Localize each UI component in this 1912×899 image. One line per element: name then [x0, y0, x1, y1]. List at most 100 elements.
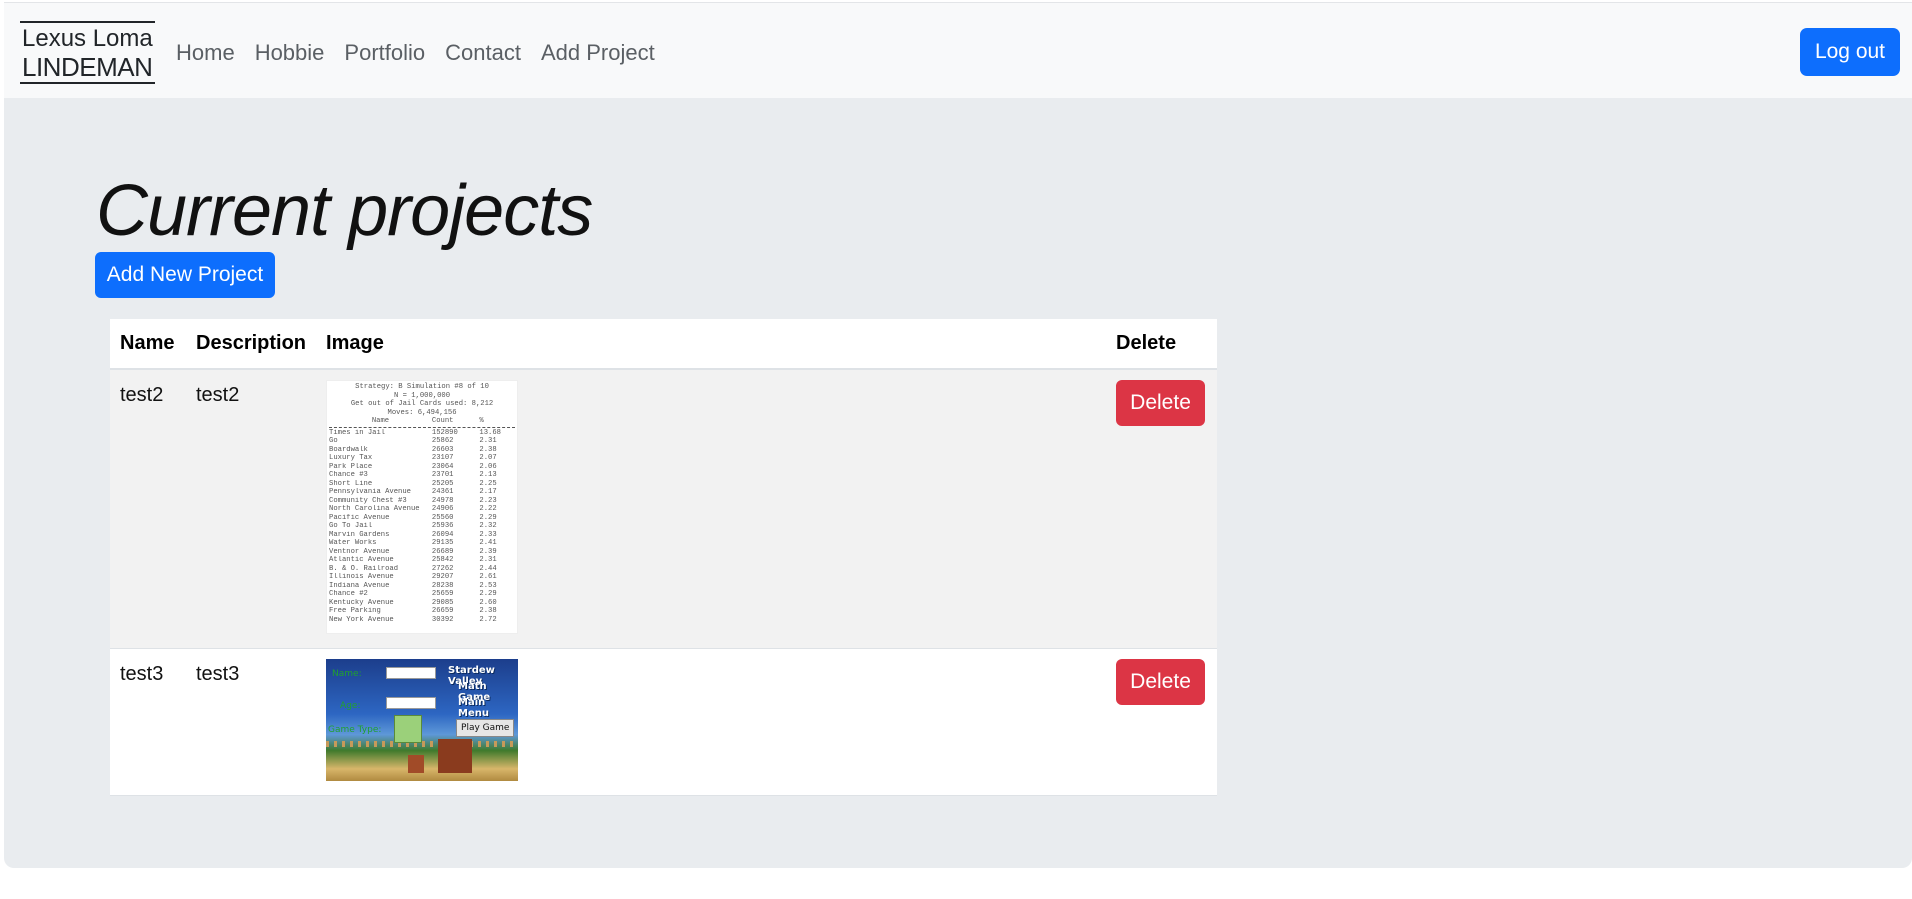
brand-line2: LINDEMAN	[22, 52, 153, 82]
thumb1-cell-count: 30392	[431, 615, 454, 624]
thumb1-cell-count: 26689	[431, 547, 454, 556]
cell-delete: Delete	[1106, 648, 1217, 796]
thumb1-cell-count: 26603	[431, 445, 454, 454]
thumb1-header-3: Moves: 6,494,156	[387, 408, 457, 417]
thumb1-cell-name: Pacific Avenue	[329, 513, 390, 522]
table-header-row: Name Description Image Delete	[110, 319, 1217, 370]
thumb1-cell-name: Boardwalk	[329, 445, 368, 454]
thumb1-cell-name: Times in Jail	[329, 428, 386, 437]
thumb1-header-2: Get out of Jail Cards used: 8,212	[350, 400, 494, 408]
thumb2-fence	[326, 741, 519, 747]
thumb2-age-label: Age:	[340, 701, 361, 711]
thumb2-name-input	[386, 667, 437, 679]
thumb1-cell-pct: 2.41	[479, 539, 497, 547]
thumb1-row: Pennsylvania Avenue 24361 2.17	[329, 488, 515, 497]
thumb1-cell-pct: 2.07	[479, 454, 497, 462]
thumb1-cell-count: 24906	[431, 505, 454, 513]
thumb2-play-button: Play Game	[456, 719, 515, 737]
cell-name: test2	[110, 369, 186, 649]
thumb1-cell-count: 25560	[431, 513, 454, 522]
nav-home[interactable]: Home	[176, 40, 235, 66]
thumb1-row: Pacific Avenue 25560 2.29	[329, 514, 515, 523]
thumb1-cell-pct: 2.29	[479, 590, 497, 598]
header-delete: Delete	[1106, 319, 1217, 370]
project-image-simulation-table: Strategy: B Simulation #8 of 10 N = 1,00…	[326, 380, 519, 634]
project-image-stardew-menu: Name: Stardew Valley Math Game Age: Main…	[326, 659, 519, 781]
thumb1-col-count: Count	[431, 417, 454, 425]
brand-logo[interactable]: Lexus Loma LINDEMAN	[20, 21, 155, 84]
thumb1-cell-count: 23064	[431, 462, 454, 471]
thumb1-cell-name: Chance #2	[329, 590, 368, 598]
nav-hobbie[interactable]: Hobbie	[255, 40, 325, 66]
thumb1-cell-count: 25936	[431, 522, 454, 530]
thumb1-cell-count: 27262	[431, 564, 454, 573]
thumb1-row: Luxury Tax 23107 2.07	[329, 454, 515, 463]
thumb2-game-type-label: Game Type:	[328, 725, 382, 735]
thumb1-row: Ventnor Avenue 26689 2.39	[329, 548, 515, 557]
thumb1-cell-count: 152890	[431, 428, 458, 437]
nav-contact[interactable]: Contact	[445, 40, 521, 66]
thumb1-cell-count: 24978	[431, 496, 454, 505]
thumb1-row: Atlantic Avenue 25842 2.31	[329, 556, 515, 565]
thumb1-rows: Times in Jail 152890 13.68 Go 25862 2.31 Board…	[329, 429, 515, 625]
delete-button[interactable]: Delete	[1116, 380, 1206, 426]
thumb1-cell-count: 28238	[431, 581, 454, 590]
thumb1-cell-name: Community Chest #3	[329, 496, 407, 505]
thumb1-header-0: Strategy: B Simulation #8 of 10	[355, 383, 489, 391]
thumb2-title-3: Main Menu	[458, 697, 490, 719]
thumb1-cell-name: B. & O. Railroad	[329, 564, 399, 573]
thumb1-cell-count: 25862	[431, 437, 454, 445]
cell-name: test3	[110, 648, 186, 796]
thumb1-cell-name: Free Parking	[329, 607, 381, 615]
thumb1-col-header-row: Name Count %	[329, 417, 515, 426]
thumb1-cell-count: 23107	[431, 454, 454, 462]
thumb1-cell-name: Atlantic Avenue	[329, 556, 394, 564]
thumb1-cell-pct: 2.39	[479, 547, 497, 556]
thumb1-cell-name: Go To Jail	[329, 522, 373, 530]
thumb1-row: Kentucky Avenue 29085 2.60	[329, 599, 515, 608]
thumb1-cell-count: 29135	[431, 539, 454, 547]
delete-button[interactable]: Delete	[1116, 659, 1206, 705]
nav-portfolio[interactable]: Portfolio	[344, 40, 425, 66]
thumb1-cell-count: 26659	[431, 607, 454, 615]
thumb1-divider	[329, 426, 516, 428]
thumb1-cell-pct: 2.23	[479, 496, 497, 505]
thumb1-cell-pct: 2.38	[479, 445, 497, 454]
thumb1-row: Water Works 29135 2.41	[329, 539, 515, 548]
thumb1-cell-pct: 2.32	[479, 522, 497, 530]
thumb1-row: Go To Jail 25936 2.32	[329, 522, 515, 531]
thumb1-col-pct: %	[479, 417, 484, 425]
thumb1-cell-pct: 2.44	[479, 564, 497, 573]
thumb1-row: Indiana Avenue 28238 2.53	[329, 582, 515, 591]
thumb1-cell-count: 24361	[431, 488, 454, 496]
thumb2-age-input	[386, 697, 437, 709]
thumb1-cell-pct: 2.53	[479, 581, 497, 590]
thumb1-cell-name: Short Line	[329, 479, 373, 488]
cell-image: Strategy: B Simulation #8 of 10 N = 1,00…	[316, 369, 1107, 649]
thumb1-cell-pct: 13.68	[479, 428, 501, 437]
thumb1-cell-pct: 2.25	[479, 479, 497, 488]
thumb1-cell-pct: 2.22	[479, 505, 497, 513]
thumb1-row: Community Chest #3 24978 2.23	[329, 497, 515, 506]
thumb1-cell-pct: 2.60	[479, 598, 497, 607]
thumb1-cell-name: Kentucky Avenue	[329, 598, 394, 607]
header-image: Image	[316, 319, 1107, 370]
thumb1-row: North Carolina Avenue 24906 2.22	[329, 505, 515, 514]
thumb1-row: New York Avenue 30392 2.72	[329, 616, 515, 625]
cell-delete: Delete	[1106, 369, 1217, 649]
thumb1-cell-name: Indiana Avenue	[329, 581, 390, 590]
cell-image: Name: Stardew Valley Math Game Age: Main…	[316, 648, 1107, 796]
thumb1-row: Free Parking 26659 2.38	[329, 607, 515, 616]
header-name: Name	[110, 319, 186, 370]
navbar: Lexus Loma LINDEMAN Home Hobbie Portfoli…	[4, 2, 1912, 98]
thumb1-cell-count: 23701	[431, 471, 454, 479]
logout-button[interactable]: Log out	[1800, 28, 1900, 76]
thumb1-cell-name: North Carolina Avenue	[329, 505, 420, 513]
thumb1-col-name: Name	[371, 417, 390, 425]
thumb2-house	[438, 739, 473, 773]
add-new-project-button[interactable]: Add New Project	[95, 252, 275, 298]
cell-description: test2	[186, 369, 317, 649]
page-title: Current projects	[96, 171, 593, 251]
nav-add-project[interactable]: Add Project	[541, 40, 655, 66]
thumb1-cell-name: New York Avenue	[329, 615, 394, 624]
